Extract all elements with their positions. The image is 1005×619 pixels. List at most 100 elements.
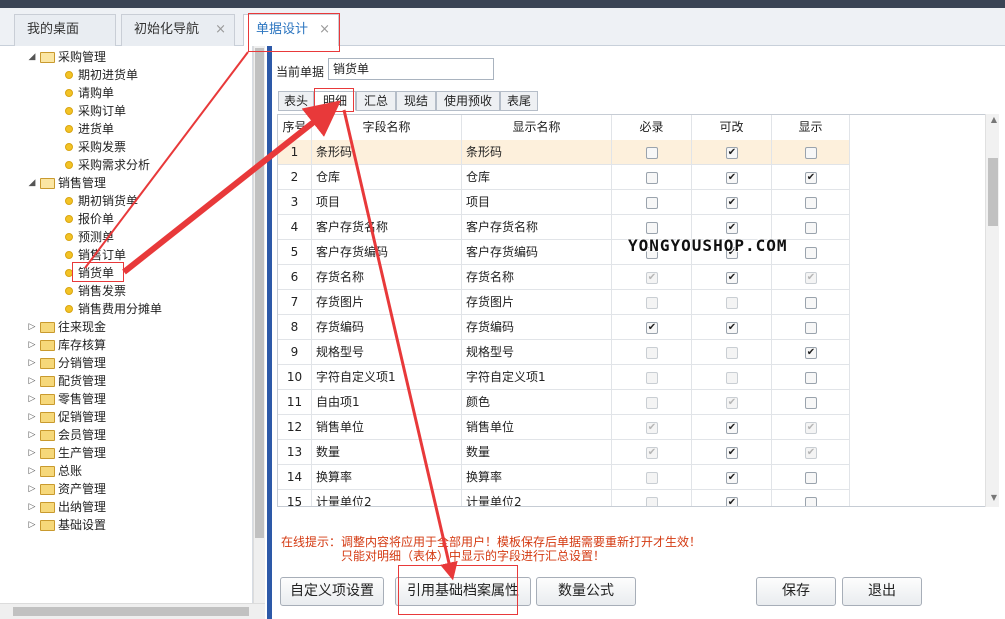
expand-arrow-icon[interactable]: ▷ bbox=[27, 498, 37, 516]
editable-checkbox[interactable]: ✔ bbox=[726, 197, 738, 209]
required-checkbox[interactable] bbox=[646, 172, 658, 184]
table-row[interactable]: 7 存货图片 存货图片 bbox=[278, 290, 850, 315]
tree-group[interactable]: ▷ 出纳管理 bbox=[0, 498, 250, 516]
tree-scrollbar[interactable] bbox=[253, 46, 265, 603]
display-name-cell[interactable]: 计量单位2 bbox=[462, 490, 612, 506]
visible-checkbox[interactable] bbox=[805, 222, 817, 234]
display-name-cell[interactable]: 客户存货编码 bbox=[462, 240, 612, 265]
visible-checkbox[interactable] bbox=[805, 497, 817, 506]
table-row[interactable]: 2 仓库 仓库 ✔ ✔ bbox=[278, 165, 850, 190]
field-name-cell[interactable]: 数量 bbox=[312, 440, 462, 465]
display-name-cell[interactable]: 项目 bbox=[462, 190, 612, 215]
expand-arrow-icon[interactable]: ▷ bbox=[27, 318, 37, 336]
editable-checkbox[interactable]: ✔ bbox=[726, 447, 738, 459]
table-row[interactable]: 1 条形码 条形码 ✔ bbox=[278, 140, 850, 165]
editable-checkbox[interactable]: ✔ bbox=[726, 172, 738, 184]
required-checkbox[interactable] bbox=[646, 222, 658, 234]
tree-leaf[interactable]: 期初销货单 bbox=[0, 192, 250, 210]
tree-group[interactable]: ▷ 资产管理 bbox=[0, 480, 250, 498]
tree-group[interactable]: ▷ 配货管理 bbox=[0, 372, 250, 390]
subtab[interactable]: 表头 bbox=[278, 91, 314, 111]
tree-group[interactable]: ◢ 销售管理 bbox=[0, 174, 250, 192]
subtab[interactable]: 表尾 bbox=[500, 91, 538, 111]
display-name-cell[interactable]: 换算率 bbox=[462, 465, 612, 490]
editable-checkbox[interactable]: ✔ bbox=[726, 272, 738, 284]
expand-arrow-icon[interactable]: ▷ bbox=[27, 426, 37, 444]
display-name-cell[interactable]: 字符自定义项1 bbox=[462, 365, 612, 390]
field-name-cell[interactable]: 字符自定义项1 bbox=[312, 365, 462, 390]
expand-arrow-icon[interactable]: ▷ bbox=[27, 444, 37, 462]
subtab[interactable]: 明细 bbox=[314, 91, 356, 111]
tree-group[interactable]: ▷ 生产管理 bbox=[0, 444, 250, 462]
subtab[interactable]: 现结 bbox=[396, 91, 436, 111]
scrollbar-thumb[interactable] bbox=[255, 48, 264, 538]
field-name-cell[interactable]: 规格型号 bbox=[312, 340, 462, 365]
column-header[interactable]: 字段名称 bbox=[312, 115, 462, 140]
required-checkbox[interactable] bbox=[646, 197, 658, 209]
visible-checkbox[interactable] bbox=[805, 322, 817, 334]
tree-leaf[interactable]: 预测单 bbox=[0, 228, 250, 246]
current-doc-field[interactable]: 销货单 bbox=[328, 58, 494, 80]
table-row[interactable]: 15 计量单位2 计量单位2 ✔ bbox=[278, 490, 850, 506]
visible-checkbox[interactable] bbox=[805, 147, 817, 159]
expand-arrow-icon[interactable]: ▷ bbox=[27, 462, 37, 480]
tree-group[interactable]: ◢ 采购管理 bbox=[0, 48, 250, 66]
expand-arrow-icon[interactable]: ▷ bbox=[27, 480, 37, 498]
visible-checkbox[interactable]: ✔ bbox=[805, 347, 817, 359]
tab-my-desktop[interactable]: 我的桌面 bbox=[14, 14, 116, 46]
field-name-cell[interactable]: 存货编码 bbox=[312, 315, 462, 340]
tree-leaf[interactable]: 销货单 bbox=[0, 264, 250, 282]
scroll-up-icon[interactable]: ▲ bbox=[989, 115, 999, 124]
custom-field-settings-button[interactable]: 自定义项设置 bbox=[280, 577, 384, 606]
display-name-cell[interactable]: 销售单位 bbox=[462, 415, 612, 440]
display-name-cell[interactable]: 数量 bbox=[462, 440, 612, 465]
display-name-cell[interactable]: 条形码 bbox=[462, 140, 612, 165]
editable-checkbox[interactable]: ✔ bbox=[726, 497, 738, 506]
editable-checkbox[interactable]: ✔ bbox=[726, 147, 738, 159]
reference-archive-attributes-button[interactable]: 引用基础档案属性 bbox=[395, 577, 531, 606]
display-name-cell[interactable]: 仓库 bbox=[462, 165, 612, 190]
display-name-cell[interactable]: 存货编码 bbox=[462, 315, 612, 340]
column-header[interactable]: 显示名称 bbox=[462, 115, 612, 140]
expand-arrow-icon[interactable]: ▷ bbox=[27, 336, 37, 354]
field-name-cell[interactable]: 存货图片 bbox=[312, 290, 462, 315]
tree-group[interactable]: ▷ 基础设置 bbox=[0, 516, 250, 534]
subtab[interactable]: 使用预收 bbox=[436, 91, 500, 111]
tree-group[interactable]: ▷ 分销管理 bbox=[0, 354, 250, 372]
visible-checkbox[interactable] bbox=[805, 397, 817, 409]
field-name-cell[interactable]: 客户存货名称 bbox=[312, 215, 462, 240]
editable-checkbox[interactable]: ✔ bbox=[726, 472, 738, 484]
field-name-cell[interactable]: 计量单位2 bbox=[312, 490, 462, 506]
display-name-cell[interactable]: 存货图片 bbox=[462, 290, 612, 315]
table-row[interactable]: 12 销售单位 销售单位 ✔ ✔ ✔ bbox=[278, 415, 850, 440]
tree-leaf[interactable]: 采购发票 bbox=[0, 138, 250, 156]
expand-arrow-icon[interactable]: ▷ bbox=[27, 390, 37, 408]
collapse-arrow-icon[interactable]: ◢ bbox=[27, 48, 37, 66]
column-header[interactable]: 显示 bbox=[772, 115, 850, 140]
display-name-cell[interactable]: 客户存货名称 bbox=[462, 215, 612, 240]
tree-leaf[interactable]: 采购需求分析 bbox=[0, 156, 250, 174]
close-icon[interactable]: × bbox=[215, 15, 226, 45]
expand-arrow-icon[interactable]: ▷ bbox=[27, 516, 37, 534]
required-checkbox[interactable] bbox=[646, 147, 658, 159]
scrollbar-thumb[interactable] bbox=[988, 158, 998, 226]
expand-arrow-icon[interactable]: ▷ bbox=[27, 354, 37, 372]
editable-checkbox[interactable]: ✔ bbox=[726, 222, 738, 234]
tree-leaf[interactable]: 请购单 bbox=[0, 84, 250, 102]
table-row[interactable]: 9 规格型号 规格型号 ✔ bbox=[278, 340, 850, 365]
tree-group[interactable]: ▷ 库存核算 bbox=[0, 336, 250, 354]
collapse-arrow-icon[interactable]: ◢ bbox=[27, 174, 37, 192]
close-icon[interactable]: × bbox=[319, 15, 330, 45]
tree-group[interactable]: ▷ 促销管理 bbox=[0, 408, 250, 426]
visible-checkbox[interactable] bbox=[805, 247, 817, 259]
tree-leaf[interactable]: 销售发票 bbox=[0, 282, 250, 300]
tree-group[interactable]: ▷ 零售管理 bbox=[0, 390, 250, 408]
save-button[interactable]: 保存 bbox=[756, 577, 836, 606]
tree-group[interactable]: ▷ 往来现金 bbox=[0, 318, 250, 336]
visible-checkbox[interactable] bbox=[805, 472, 817, 484]
visible-checkbox[interactable]: ✔ bbox=[805, 172, 817, 184]
tree-leaf[interactable]: 报价单 bbox=[0, 210, 250, 228]
expand-arrow-icon[interactable]: ▷ bbox=[27, 372, 37, 390]
field-name-cell[interactable]: 客户存货编码 bbox=[312, 240, 462, 265]
tree-leaf[interactable]: 销售订单 bbox=[0, 246, 250, 264]
